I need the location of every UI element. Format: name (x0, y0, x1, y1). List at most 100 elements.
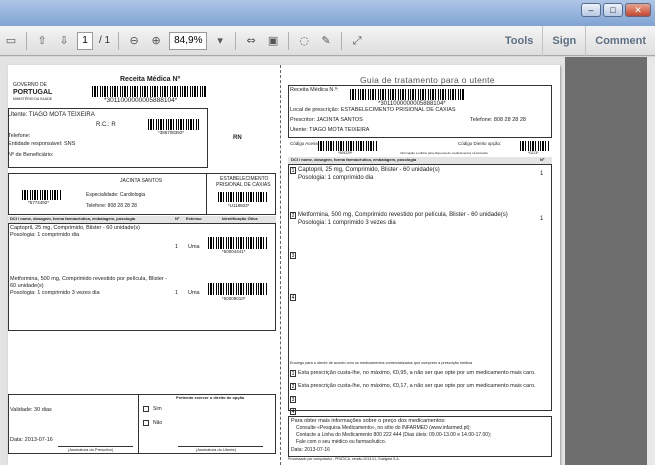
fullscreen-icon[interactable]: ⤢ (349, 33, 365, 49)
medico-name: JACINTA SANTOS (120, 178, 163, 184)
guia-utente: Utente: TIAGO MOTA TEIXEIRA (290, 127, 370, 133)
data-label: Data: 2013-07-16 (10, 437, 53, 443)
divider (26, 31, 27, 50)
opcao-code: *0223* (528, 151, 539, 155)
utente-code: *386708392* (158, 130, 185, 135)
divider (206, 173, 207, 215)
receita-barcode (92, 86, 206, 97)
guia-title: Guia de tratamento para o utente (360, 75, 495, 85)
zoom-in-icon[interactable]: ⊕ (148, 33, 164, 49)
guia-receita-label: Receita Médica N.º: (290, 87, 339, 93)
med1-code: *50004441* (222, 249, 246, 254)
guia-data: Data: 2013-07-16 (291, 447, 330, 453)
entidade-label: Entidade responsável: SNS (8, 141, 76, 147)
med1-line1: Captopril, 25 mg, Comprimido, Blister - … (10, 225, 140, 231)
utente-barcode (148, 119, 200, 130)
window-controls: – □ ✕ (581, 3, 651, 17)
print-icon[interactable]: ▭ (3, 33, 19, 49)
info-title: Para obter mais informações sobre o preç… (291, 418, 446, 424)
pretendo-label: Pretendo exercer o direito de opção (176, 395, 245, 400)
med2-line1: Metformina, 500 mg, Comprimido revestido… (10, 276, 168, 282)
info-line2: Contacte a Linha do Medicamento 800 222 … (296, 432, 492, 438)
info-line1: Consulte «Pesquisa Medicamento», no síti… (296, 425, 471, 431)
cut-line (280, 65, 281, 465)
especialidade-label: Especialidade: Cardiologia (86, 192, 146, 198)
med1-extenso: Uma (188, 244, 200, 250)
scrollbar[interactable] (647, 57, 655, 465)
guia-med2-n: 1 (540, 216, 544, 222)
telefone-label: Telefone: (8, 133, 31, 139)
zoom-out-icon[interactable]: ⊖ (126, 33, 142, 49)
row-number: 1 (290, 167, 296, 174)
acesso-barcode (318, 141, 378, 151)
chevron-down-icon[interactable]: ▾ (212, 33, 228, 49)
window-titlebar: – □ ✕ (0, 0, 655, 26)
rn-label: RN (233, 135, 242, 141)
guia-med1-line1: Captopril, 25 mg, Comprimido, Blister - … (298, 167, 440, 173)
next-page-icon[interactable]: ⇩ (56, 33, 72, 49)
tools-link[interactable]: Tools (496, 26, 543, 56)
highlight-icon[interactable]: ✎ (318, 33, 334, 49)
med2-n: 1 (175, 290, 179, 296)
pdf-page: GOVERNO DE PORTUGAL MINISTÉRIO DA SAÚDE … (8, 65, 560, 465)
page-number-input[interactable]: 1 (77, 31, 93, 50)
fit-width-icon[interactable]: ⇔ (243, 33, 259, 49)
local-code: *U118503* (228, 203, 250, 208)
prescritor-signature-label: (Assinatura do Prescritor) (68, 447, 114, 452)
cost2-text: Esta prescrição custa-lhe, no máximo, €0… (298, 383, 536, 389)
guia-footer: Processado por computador - PRATICA, ver… (288, 457, 400, 461)
row-number: 2 (290, 383, 296, 390)
med1-line2: Posologia: 1 comprimido dia (10, 232, 80, 238)
acesso-code: *509229* (338, 151, 353, 155)
encargo-label: Encargo para o utente de acordo com os m… (290, 361, 473, 365)
sim-checkbox[interactable] (143, 406, 149, 412)
fit-page-icon[interactable]: ▣ (265, 33, 281, 49)
medico-code: *5774492* (28, 200, 50, 205)
minimize-button[interactable]: – (581, 3, 601, 17)
close-button[interactable]: ✕ (625, 3, 651, 17)
maximize-button[interactable]: □ (603, 3, 623, 17)
guia-med1-line2: Posologia: 1 comprimido dia (298, 175, 374, 181)
cost1-text: Esta prescrição custa-lhe, no máximo, €0… (298, 370, 536, 376)
row-number: 3 (290, 252, 296, 259)
guia-hdr-dci: DCI / nome, dosagem, forma farmacêutica,… (291, 157, 417, 162)
hdr-extenso: Extenso (186, 216, 202, 221)
validade-label: Validade: 30 dias (10, 407, 52, 413)
guia-barcode (350, 89, 464, 100)
ministry-label: MINISTÉRIO DA SAÚDE (13, 97, 53, 101)
guia-telefone: Telefone: 808 28 28 28 (470, 117, 526, 123)
local-line2: PRISIONAL DE CAXIAS (216, 182, 271, 188)
comment-bubble-icon[interactable]: ◌ (296, 33, 312, 49)
med2-code: *50009010* (222, 296, 246, 301)
med2-line2: 60 unidade(s) (10, 283, 44, 289)
sign-link[interactable]: Sign (542, 26, 585, 56)
footer-box (8, 394, 276, 454)
row-number: 1 (290, 370, 296, 377)
rc-label: R.C.: R (96, 122, 116, 128)
divider (288, 31, 290, 50)
toolbar-right-links: Tools Sign Comment (496, 26, 655, 56)
telefone-medico: Telefone: 808 28 28 28 (86, 203, 137, 209)
local-barcode (218, 192, 268, 202)
receita-barcode-number: *3011000000005888104* (104, 97, 178, 104)
med1-barcode (208, 237, 268, 249)
portugal-label: PORTUGAL (13, 89, 53, 96)
guia-med2-line1: Metformina, 500 mg, Comprimido revestido… (298, 212, 508, 218)
row-number: 3 (290, 396, 296, 403)
receita-title: Receita Médica Nº (120, 76, 181, 83)
comment-link[interactable]: Comment (585, 26, 655, 56)
gov-label: GOVERNO DE (13, 82, 47, 88)
utente-name: Utente: TIAGO MOTA TEIXEIRA (8, 112, 95, 118)
guia-local: Local de prescrição: ESTABELECIMENTO PRI… (290, 107, 456, 113)
document-viewer: GOVERNO DE PORTUGAL MINISTÉRIO DA SAÚDE … (0, 57, 655, 465)
nao-checkbox[interactable] (143, 420, 149, 426)
codigo-opcao-label: Código Direito opção: (458, 141, 502, 146)
guia-med2-line2: Posologia: 1 comprimido 3 vezes dia (298, 220, 396, 226)
sim-label: Sim (153, 406, 162, 412)
guia-med1-n: 1 (540, 171, 544, 177)
med1-n: 1 (175, 244, 179, 250)
guia-prescritor: Prescritor: JACINTA SANTOS (290, 117, 363, 123)
hdr-n: Nº (175, 216, 180, 221)
zoom-level-input[interactable]: 84,9% (169, 31, 208, 50)
previous-page-icon[interactable]: ⇧ (34, 33, 50, 49)
